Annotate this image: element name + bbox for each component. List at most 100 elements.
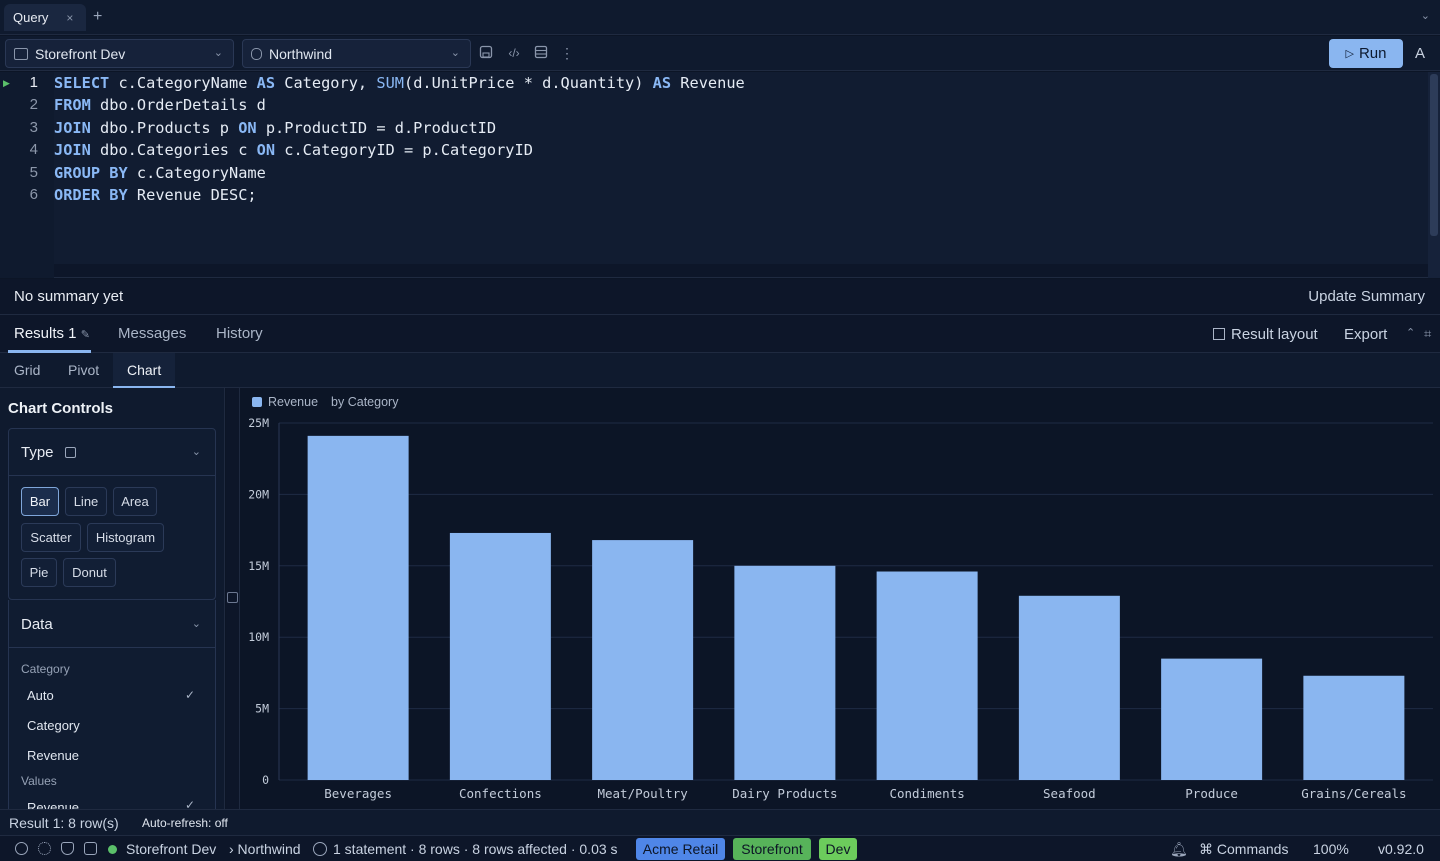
x-tick-label: Condiments <box>889 786 964 801</box>
hash-icon[interactable]: ⌗ <box>1424 326 1431 342</box>
status-connection[interactable]: Storefront Dev <box>126 841 216 857</box>
divider <box>9 475 215 476</box>
export-button[interactable]: Export <box>1344 326 1387 343</box>
bell-icon[interactable]: 🔔︎ <box>1170 841 1188 858</box>
line-number: 1 <box>29 74 38 91</box>
tab-chart[interactable]: Chart <box>127 362 161 378</box>
chevron-down-icon[interactable]: ⌄ <box>192 445 201 458</box>
account-icon[interactable] <box>15 842 28 855</box>
chevron-down-icon[interactable]: ⌄ <box>1421 9 1430 22</box>
bar-seafood[interactable] <box>1018 595 1120 780</box>
tab-messages[interactable]: Messages <box>118 325 186 342</box>
code-line: ORDER BY Revenue DESC; <box>54 186 257 204</box>
bar-condiments[interactable] <box>876 571 978 780</box>
result-row-count: Result 1: 8 row(s) <box>9 815 119 831</box>
save-icon[interactable] <box>478 45 494 61</box>
type-area-button[interactable]: Area <box>113 487 157 516</box>
layout-grid-icon <box>1213 328 1225 340</box>
badge-storefront: Storefront <box>733 838 811 860</box>
tab-query[interactable]: Query × <box>4 4 86 31</box>
chart-controls-panel: Chart Controls Type ⌄ Bar Line Area Scat… <box>0 388 225 809</box>
status-stats: 1 statement · 8 rows · 8 rows affected ·… <box>333 841 618 857</box>
database-select[interactable]: Northwind ⌄ <box>242 39 471 68</box>
collapse-panel-icon[interactable] <box>227 592 238 603</box>
sql-editor[interactable]: ▶ 1 2 3 4 5 6 SELECT c.CategoryName AS C… <box>0 72 1440 278</box>
type-header[interactable]: Type <box>21 444 76 461</box>
tab-results[interactable]: Results 1 ✎ <box>14 325 90 342</box>
chevron-down-icon[interactable]: ⌄ <box>192 617 201 630</box>
commands-button[interactable]: ⌘ Commands <box>1199 841 1288 858</box>
type-bar-button[interactable]: Bar <box>21 487 59 516</box>
close-icon[interactable]: × <box>66 11 73 25</box>
y-tick-label: 0 <box>262 773 269 787</box>
tab-pivot[interactable]: Pivot <box>68 362 99 378</box>
pencil-icon[interactable]: ✎ <box>81 329 90 341</box>
checkmark-icon: ✓ <box>185 798 196 809</box>
type-scatter-button[interactable]: Scatter <box>21 523 81 552</box>
bar-beverages[interactable] <box>307 435 409 780</box>
tab-history[interactable]: History <box>216 325 263 342</box>
result-layout-label: Result layout <box>1231 326 1318 343</box>
y-tick-label: 20M <box>248 487 269 501</box>
run-label: Run <box>1358 45 1387 62</box>
settings-icon[interactable] <box>38 842 51 855</box>
activity-icon[interactable] <box>84 842 97 855</box>
run-button[interactable]: ▷ Run <box>1329 39 1403 68</box>
result-layout-button[interactable]: Result layout <box>1213 326 1318 343</box>
type-header-label: Type <box>21 444 54 461</box>
chart-controls-title: Chart Controls <box>8 400 113 417</box>
tab-label: Query <box>13 10 49 25</box>
shield-icon[interactable] <box>61 842 74 855</box>
code-line: SELECT c.CategoryName AS Category, SUM(d… <box>54 74 745 92</box>
more-icon[interactable]: ⋮ <box>559 45 575 61</box>
chevron-up-icon[interactable]: ⌃ <box>1406 326 1415 339</box>
category-option-category[interactable]: Category <box>27 718 80 733</box>
update-summary-button[interactable]: Update Summary <box>1308 288 1425 305</box>
y-tick-label: 15M <box>248 559 269 573</box>
bar-meat-poultry[interactable] <box>592 540 694 780</box>
type-donut-button[interactable]: Donut <box>63 558 116 587</box>
category-option-revenue[interactable]: Revenue <box>27 748 79 763</box>
x-tick-label: Grains/Cereals <box>1301 786 1406 801</box>
bar-confections[interactable] <box>449 532 551 780</box>
connection-select[interactable]: Storefront Dev ⌄ <box>5 39 234 68</box>
line-number: 2 <box>29 96 38 113</box>
code-icon[interactable]: ‹/› <box>506 45 522 61</box>
tab-grid[interactable]: Grid <box>14 362 40 378</box>
status-database[interactable]: › Northwind <box>229 841 301 857</box>
tab-results-label: Results 1 <box>14 325 77 342</box>
table-icon[interactable] <box>533 45 549 61</box>
line-number: 6 <box>29 186 38 203</box>
scroll-thumb[interactable] <box>1430 74 1438 236</box>
bar-grains-cereals[interactable] <box>1303 675 1405 780</box>
bar-produce[interactable] <box>1161 658 1263 780</box>
values-option-revenue[interactable]: Revenue <box>27 800 79 809</box>
add-tab-icon[interactable]: + <box>93 8 102 26</box>
status-bar: Storefront Dev › Northwind 1 statement ·… <box>0 835 1440 861</box>
auto-refresh-toggle[interactable]: Auto-refresh: off <box>142 816 228 830</box>
badge-acme-retail: Acme Retail <box>636 838 725 860</box>
bar-dairy-products[interactable] <box>734 565 836 780</box>
a-button[interactable]: A <box>1415 45 1425 62</box>
database-label: Northwind <box>269 45 333 62</box>
badge-label: Dev <box>825 841 851 857</box>
chevron-down-icon: ⌄ <box>450 47 460 59</box>
editor-scrollbar[interactable] <box>1428 72 1440 278</box>
type-line-button[interactable]: Line <box>65 487 107 516</box>
category-option-auto[interactable]: Auto <box>27 688 54 703</box>
x-tick-label: Beverages <box>324 786 392 801</box>
result-status-bar: Result 1: 8 row(s) Auto-refresh: off <box>0 809 1440 835</box>
summary-bar: No summary yet Update Summary <box>0 279 1440 315</box>
type-pie-button[interactable]: Pie <box>21 558 57 587</box>
badge-dev: Dev <box>819 838 857 860</box>
connection-status-dot <box>108 845 117 854</box>
type-histogram-button[interactable]: Histogram <box>87 523 164 552</box>
y-tick-label: 5M <box>255 702 269 716</box>
category-label: Category <box>21 662 70 676</box>
toolbar: Storefront Dev ⌄ Northwind ⌄ ‹/› ⋮ ▷ Run… <box>0 36 1440 71</box>
save-icon[interactable] <box>64 447 76 458</box>
zoom-level[interactable]: 100% <box>1313 841 1349 857</box>
data-header[interactable]: Data <box>21 616 53 633</box>
panel-splitter[interactable] <box>226 388 240 809</box>
code-line: FROM dbo.OrderDetails d <box>54 96 266 114</box>
